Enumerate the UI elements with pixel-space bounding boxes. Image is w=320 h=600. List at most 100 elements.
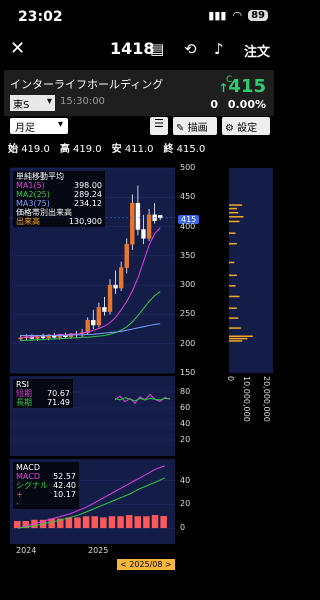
macd-histogram-bar bbox=[160, 516, 167, 529]
plus-row: +10.17 bbox=[16, 490, 76, 499]
macd-histogram-bar bbox=[151, 515, 159, 529]
market-label: 東S bbox=[13, 100, 30, 111]
pencil-icon: ✎ bbox=[176, 123, 185, 134]
ohlc-open: 始 419.0 bbox=[8, 144, 50, 155]
volume-profile-bar bbox=[229, 204, 243, 206]
volume-profile-bar bbox=[229, 335, 253, 338]
stock-code: 1418 bbox=[110, 39, 155, 58]
current-price: ↑415 bbox=[218, 76, 266, 97]
candle bbox=[46, 335, 51, 339]
macd-histogram-bar bbox=[125, 515, 133, 529]
macd-chart[interactable]: MACD MACD 52.57 シグナル 42.40 +10.17 - bbox=[10, 459, 175, 544]
document-icon[interactable]: ▤ bbox=[150, 40, 164, 58]
market-select[interactable]: 東S ▾ bbox=[10, 95, 55, 111]
settings-label: 設定 bbox=[237, 123, 258, 134]
volume-profile-bar bbox=[229, 216, 244, 218]
candle bbox=[146, 214, 152, 239]
volume-profile-bar bbox=[229, 337, 248, 340]
price-chart[interactable]: 単純移動平均 MA1(5) 398.00 MA2(25) 289.24 MA3(75… bbox=[10, 167, 175, 374]
stock-header: インターライフホールディング 東S ▾ 15:30:00 C ↑415 0 0.… bbox=[4, 70, 274, 116]
macd-title: MACD bbox=[16, 463, 40, 472]
rsi-short-row: 短期 70.67 bbox=[16, 389, 70, 398]
volume-profile-bar bbox=[229, 307, 237, 309]
volume-profile-bar bbox=[229, 274, 237, 277]
wifi-icon: ◠ bbox=[232, 9, 243, 22]
signal-row: シグナル 42.40 bbox=[16, 481, 76, 490]
macd-histogram-bar bbox=[108, 516, 116, 529]
settings-button[interactable]: ⚙ 設定 bbox=[222, 117, 270, 135]
macd-tick: 0 bbox=[180, 523, 186, 533]
indicator-list-button[interactable]: ☰ bbox=[150, 117, 168, 135]
volume-profile-svg bbox=[229, 204, 253, 342]
macd-histogram-bar bbox=[74, 517, 81, 529]
macd-row: MACD 52.57 bbox=[16, 472, 76, 481]
ma-title: 単純移動平均 bbox=[16, 172, 64, 181]
candle bbox=[141, 229, 146, 239]
stock-time: 15:30:00 bbox=[60, 96, 105, 107]
ohlc-row: 始 419.0 高 419.0 安 411.0 終 415.0 bbox=[8, 140, 205, 155]
ohlc-high: 高 419.0 bbox=[59, 144, 102, 155]
price-value: 415 bbox=[228, 76, 266, 97]
status-bar: 23:02 ▮▮▮ ◠ 89 bbox=[0, 0, 278, 32]
volume-profile-bar bbox=[229, 295, 240, 298]
chevron-down-icon: ▾ bbox=[46, 96, 52, 107]
bell-icon[interactable]: ♪ bbox=[214, 40, 224, 58]
date-axis-2024: 2024 bbox=[16, 546, 37, 555]
vp-row: 出来高 130,900 bbox=[16, 217, 102, 226]
candle bbox=[96, 307, 102, 326]
macd-histogram-bar bbox=[65, 517, 73, 529]
up-arrow-icon: ↑ bbox=[218, 81, 229, 95]
volume-profile-bar bbox=[229, 220, 240, 223]
date-axis-2025: 2025 bbox=[88, 546, 109, 555]
volume-profile-bar bbox=[229, 207, 237, 210]
refresh-icon[interactable]: ⟲ bbox=[184, 40, 197, 58]
price-legend: 単純移動平均 MA1(5) 398.00 MA2(25) 289.24 MA3(75… bbox=[13, 171, 105, 227]
rsi-tick: 60 bbox=[180, 403, 191, 412]
rsi-chart[interactable]: RSI 短期 70.67 長期 71.49 bbox=[10, 376, 175, 456]
macd-histogram-bar bbox=[14, 520, 21, 529]
candle bbox=[91, 320, 96, 326]
order-button[interactable]: 注文 bbox=[244, 41, 270, 60]
volume-axis-20m: 20,000,000 bbox=[262, 376, 271, 422]
lines-icon: ☰ bbox=[154, 117, 164, 130]
signal-icon: ▮▮▮ bbox=[208, 9, 227, 22]
candle bbox=[158, 215, 163, 219]
volume-axis-0: 0 bbox=[226, 376, 235, 382]
price-tick: 150 bbox=[180, 368, 196, 377]
ohlc-close: 終 415.0 bbox=[163, 144, 206, 155]
vp-title: 価格帯別出来高 bbox=[16, 208, 72, 217]
volume-profile-bar bbox=[229, 242, 237, 245]
volume-profile-bar bbox=[229, 261, 235, 264]
volume-profile-bar bbox=[229, 232, 236, 234]
macd-histogram-bar bbox=[91, 516, 98, 529]
status-time: 23:02 bbox=[18, 9, 63, 25]
rsi-tick: 40 bbox=[180, 419, 191, 428]
battery-icon: 89 bbox=[248, 10, 268, 21]
rsi-title: RSI bbox=[16, 380, 29, 389]
period-select[interactable]: 月足 ▾ bbox=[10, 118, 68, 134]
volume-profile-bar bbox=[229, 340, 243, 342]
status-icons: ▮▮▮ ◠ 89 bbox=[208, 9, 268, 22]
macd-histogram-bar bbox=[117, 516, 124, 529]
nav-bar: ✕ 1418 ▤ ⟲ ♪ 注文 bbox=[0, 32, 278, 66]
candle bbox=[102, 307, 107, 312]
rsi-long-row: 長期 71.49 bbox=[16, 398, 70, 407]
candle bbox=[40, 336, 46, 339]
close-icon[interactable]: ✕ bbox=[10, 38, 25, 59]
macd-tick: 20 bbox=[180, 499, 191, 509]
volume-axis-10m: 10,000,000 bbox=[242, 376, 251, 422]
candle bbox=[35, 336, 40, 339]
candle bbox=[85, 320, 90, 333]
volume-profile-bar bbox=[229, 327, 241, 329]
candle bbox=[130, 202, 135, 245]
ma-line-2 bbox=[20, 291, 161, 342]
price-tick: 450 bbox=[180, 192, 196, 202]
volume-profile-bar bbox=[229, 317, 239, 319]
candle bbox=[107, 284, 113, 312]
draw-button[interactable]: ✎ 描画 bbox=[173, 117, 217, 135]
candle bbox=[52, 335, 57, 338]
ma1-row: MA1(5) 398.00 bbox=[16, 181, 102, 190]
date-cursor-tag[interactable]: < 2025/08 > bbox=[117, 559, 175, 570]
ma2-row: MA2(25) 289.24 bbox=[16, 190, 102, 199]
macd-legend: MACD MACD 52.57 シグナル 42.40 +10.17 - bbox=[13, 462, 79, 509]
